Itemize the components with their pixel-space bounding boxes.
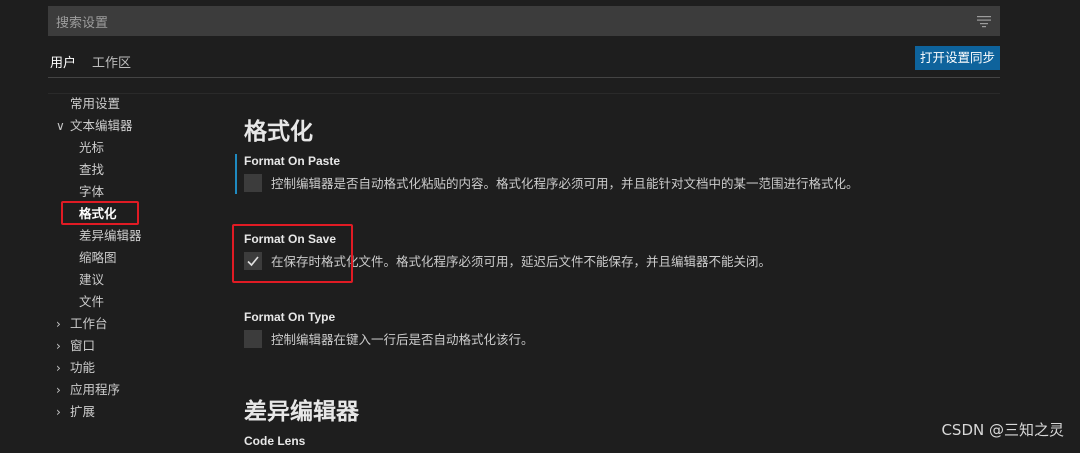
toc-label: 常用设置 — [70, 96, 121, 111]
section-title-diff-editor: 差异编辑器 — [244, 399, 359, 425]
toc-item-extensions[interactable]: › 扩展 — [56, 402, 95, 422]
chevron-right-icon: › — [56, 383, 61, 397]
setting-code-lens: Code Lens — [244, 434, 1004, 453]
toc-label: 文件 — [79, 294, 105, 309]
toc-label: 建议 — [79, 272, 105, 287]
focus-indicator — [235, 154, 237, 194]
chevron-right-icon: › — [56, 317, 61, 331]
format-on-save-highlight-box — [232, 224, 353, 283]
toc-label: 差异编辑器 — [79, 228, 142, 243]
section-title-formatting: 格式化 — [244, 119, 313, 145]
chevron-right-icon: › — [56, 339, 61, 353]
toc-item-minimap[interactable]: 缩略图 — [79, 248, 117, 268]
toc-item-cursor[interactable]: 光标 — [79, 138, 104, 158]
setting-format-on-save: Format On Save 在保存时格式化文件。格式化程序必须可用，延迟后文件… — [244, 232, 1004, 270]
toc-label: 光标 — [79, 140, 105, 155]
toc-item-suggestions[interactable]: 建议 — [79, 270, 104, 290]
setting-format-on-paste: Format On Paste 控制编辑器是否自动格式化粘贴的内容。格式化程序必… — [244, 154, 1004, 192]
toc-label: 缩略图 — [79, 250, 117, 265]
toc-item-window[interactable]: › 窗口 — [56, 336, 95, 356]
settings-tabs: 用户 工作区 — [48, 44, 145, 78]
watermark: CSDN @三知之灵 — [941, 421, 1064, 439]
toc-highlight-box — [61, 201, 139, 225]
toc-item-application[interactable]: › 应用程序 — [56, 380, 120, 400]
toc-label: 扩展 — [70, 404, 96, 419]
toc-label: 功能 — [70, 360, 96, 375]
tab-workspace[interactable]: 工作区 — [90, 44, 133, 77]
chevron-right-icon: › — [56, 405, 61, 419]
search-placeholder: 搜索设置 — [56, 15, 109, 31]
setting-name: Format On Save — [244, 232, 337, 246]
toc-label: 字体 — [79, 184, 105, 199]
settings-sync-button[interactable]: 打开设置同步 — [915, 46, 1001, 70]
setting-description: 控制编辑器在键入一行后是否自动格式化该行。 — [271, 332, 534, 347]
toc-item-diff-editor[interactable]: 差异编辑器 — [79, 226, 142, 246]
setting-name: Code Lens — [244, 434, 306, 448]
search-input[interactable]: 搜索设置 — [48, 6, 1000, 36]
tabs-divider — [48, 77, 1000, 78]
toc-item-common[interactable]: 常用设置 — [70, 94, 120, 114]
format-on-type-checkbox[interactable] — [244, 329, 262, 348]
toc-label: 文本编辑器 — [70, 118, 133, 133]
setting-name: Format On Paste — [244, 154, 341, 168]
toc-label: 应用程序 — [70, 382, 121, 397]
toc-label: 窗口 — [70, 338, 96, 353]
toc-item-text-editor[interactable]: ∨ 文本编辑器 — [56, 116, 133, 136]
setting-format-on-type: Format On Type 控制编辑器在键入一行后是否自动格式化该行。 — [244, 310, 1004, 348]
toc-item-font[interactable]: 字体 — [79, 182, 104, 202]
setting-name: Format On Type — [244, 310, 336, 324]
toc-item-files[interactable]: 文件 — [79, 292, 104, 312]
filter-icon[interactable] — [976, 14, 992, 28]
format-on-paste-checkbox[interactable] — [244, 173, 262, 192]
toc-label: 查找 — [79, 162, 105, 177]
toc-item-workbench[interactable]: › 工作台 — [56, 314, 108, 334]
chevron-right-icon: › — [56, 361, 61, 375]
setting-description: 控制编辑器是否自动格式化粘贴的内容。格式化程序必须可用，并且能针对文档中的某一范… — [271, 176, 859, 191]
tab-user[interactable]: 用户 — [48, 44, 79, 78]
toc-item-features[interactable]: › 功能 — [56, 358, 95, 378]
toc-item-find[interactable]: 查找 — [79, 160, 104, 180]
toc-label: 工作台 — [70, 316, 108, 331]
chevron-down-icon: ∨ — [56, 119, 65, 133]
